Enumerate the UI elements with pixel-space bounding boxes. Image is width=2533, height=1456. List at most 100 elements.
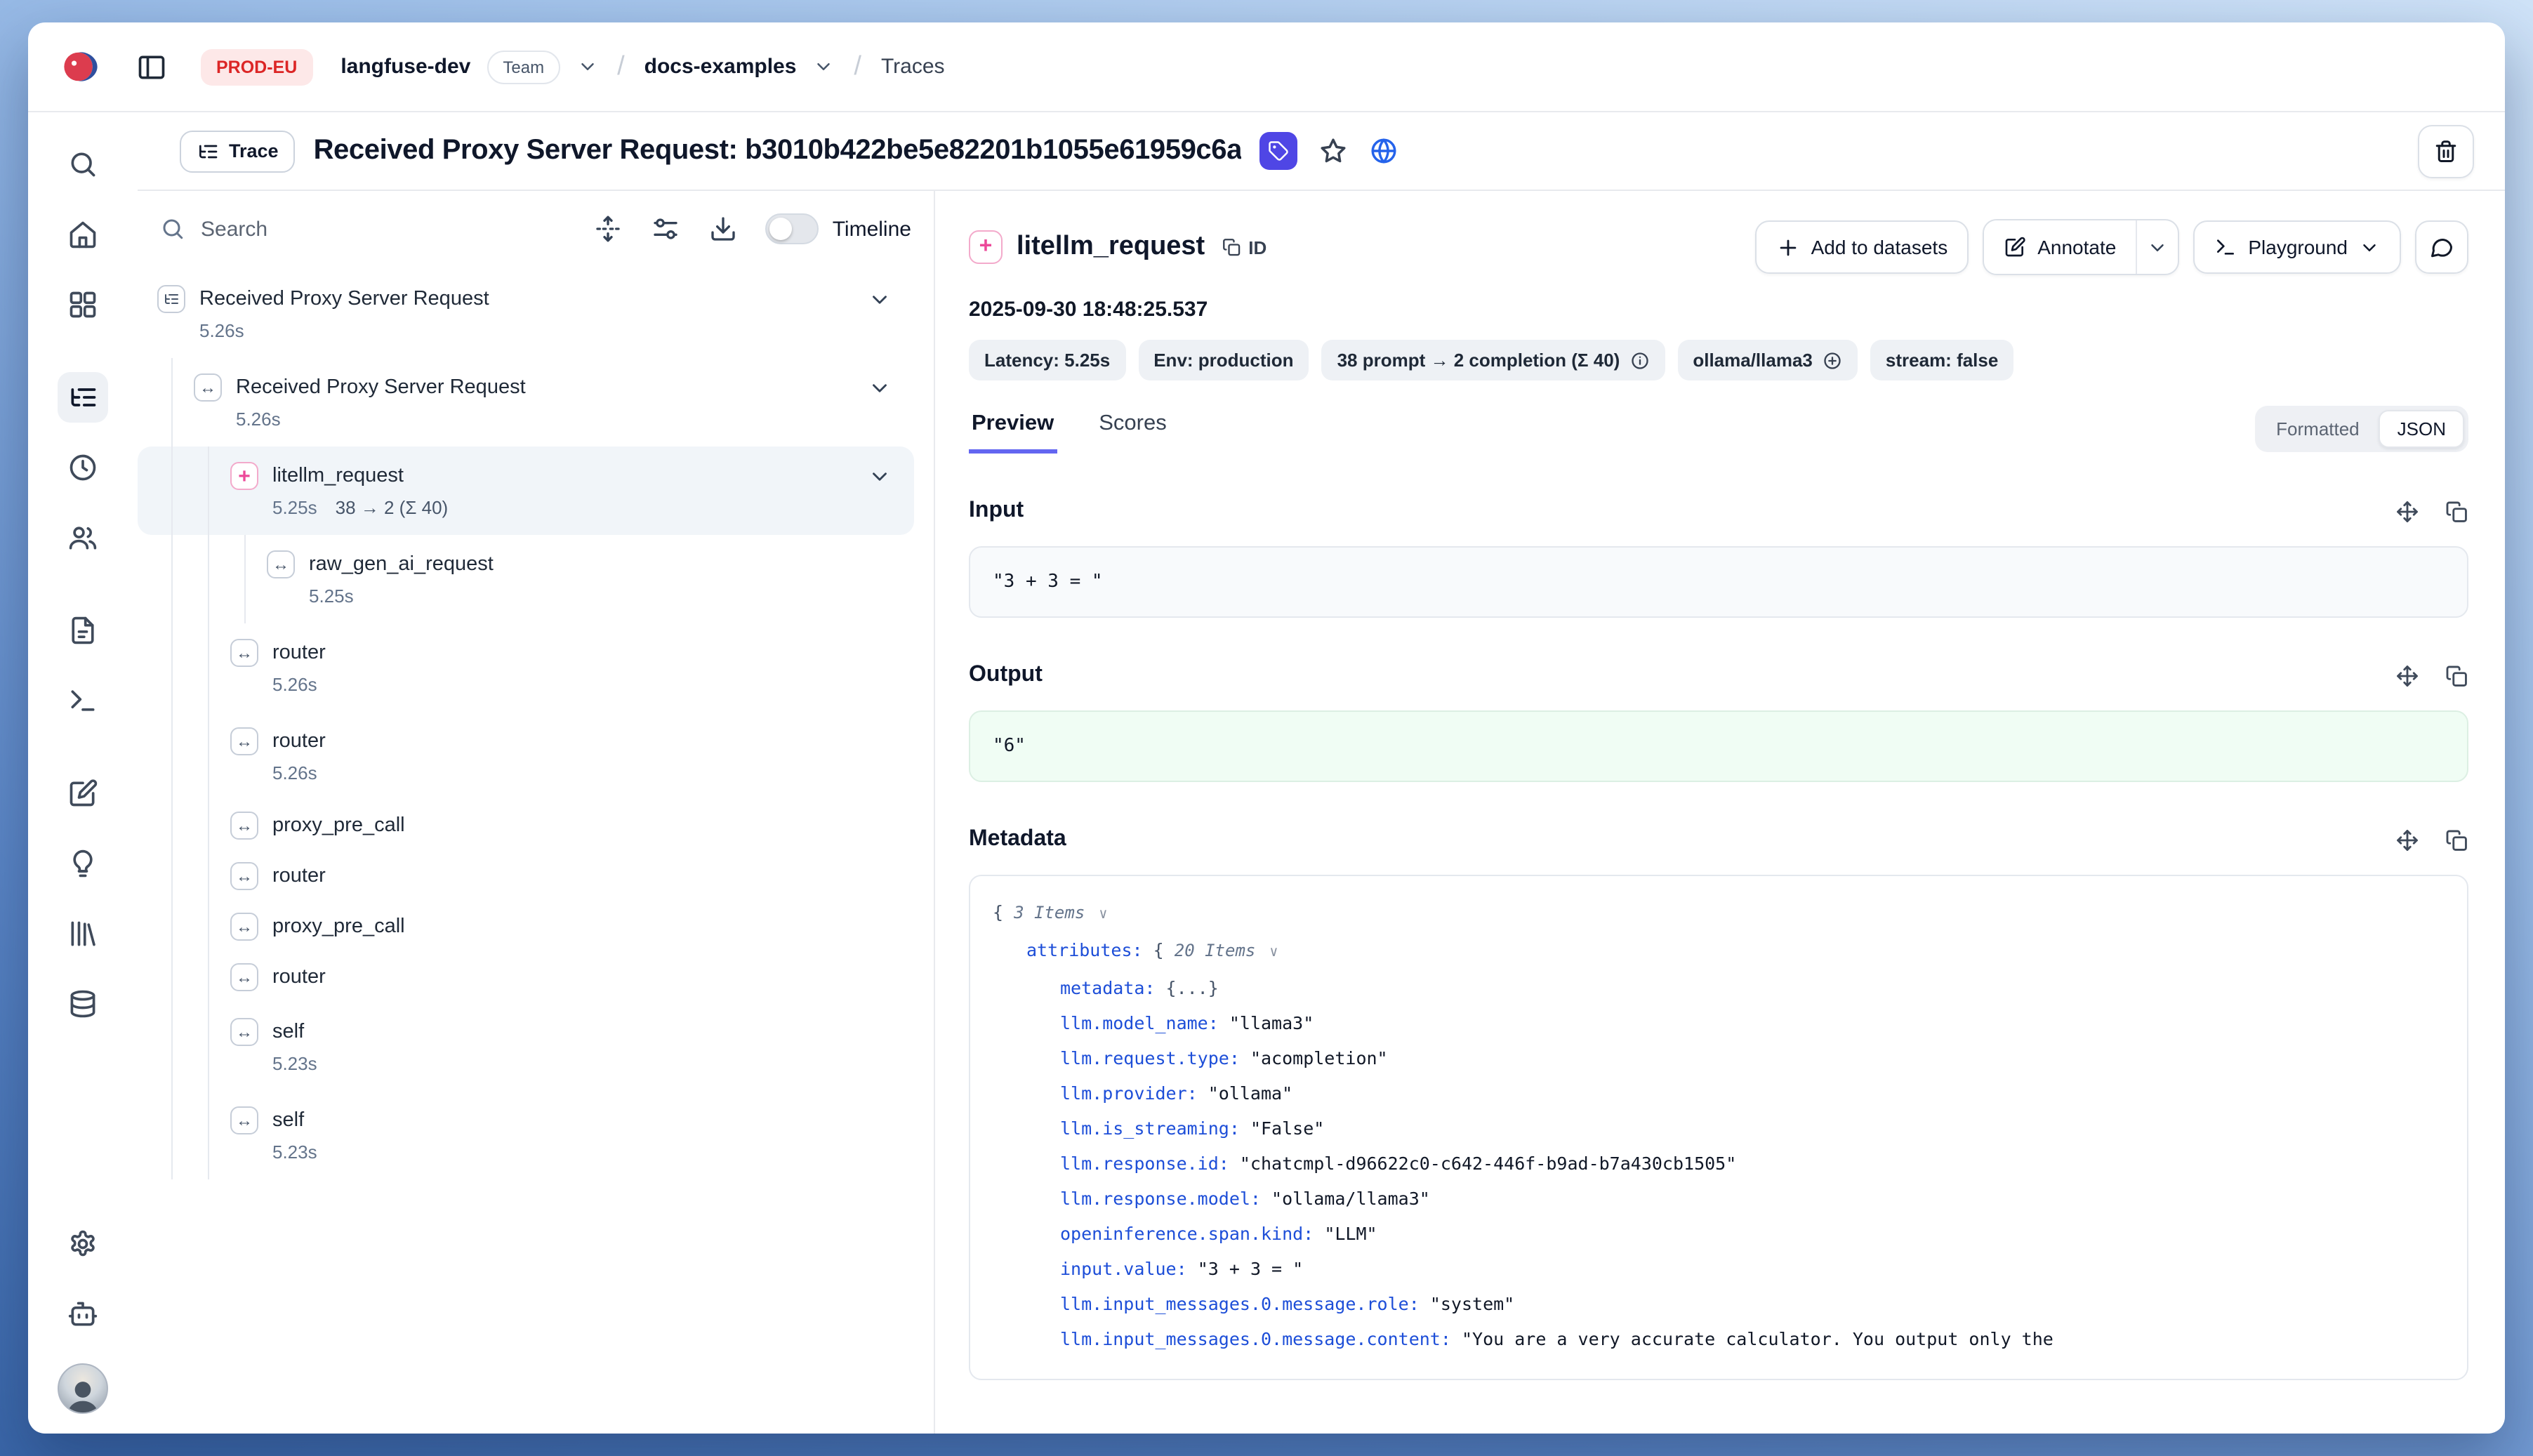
copy-icon bbox=[2445, 663, 2468, 687]
tag-button[interactable] bbox=[1260, 132, 1298, 170]
copy-output-button[interactable] bbox=[2445, 663, 2468, 687]
chevron-down-icon[interactable] bbox=[868, 288, 892, 312]
rail-item-lightbulb[interactable] bbox=[58, 838, 108, 889]
view-option-json[interactable]: JSON bbox=[2379, 409, 2464, 447]
rail-item-library[interactable] bbox=[58, 908, 108, 959]
json-line: openinference.span.kind: "LLM" bbox=[993, 1216, 2445, 1251]
playground-button[interactable]: Playground bbox=[2193, 220, 2401, 274]
metadata-section-actions bbox=[2395, 828, 2468, 852]
tree-guide-line bbox=[171, 952, 173, 1002]
delete-trace-button[interactable] bbox=[2418, 124, 2474, 178]
info-icon[interactable] bbox=[1629, 350, 1649, 370]
rail-item-bot[interactable] bbox=[58, 1289, 108, 1339]
tree-tool-sliders-button[interactable] bbox=[652, 215, 680, 243]
expand-move-button[interactable] bbox=[2395, 499, 2419, 523]
rail-item-home[interactable] bbox=[58, 209, 108, 260]
tab-scores[interactable]: Scores bbox=[1096, 403, 1170, 454]
tree-toolbar: Timeline bbox=[138, 191, 934, 267]
tree-node-duration: 5.26s bbox=[236, 407, 281, 431]
view-option-formatted[interactable]: Formatted bbox=[2259, 409, 2376, 447]
search-icon bbox=[160, 216, 185, 241]
org-chevron-down-icon[interactable] bbox=[576, 56, 597, 77]
annotate-button[interactable]: Annotate bbox=[1984, 220, 2136, 274]
tree-node[interactable]: ↔router5.26s bbox=[138, 623, 914, 712]
json-collapse-toggle[interactable]: 3 Items ∨ bbox=[1014, 903, 1107, 922]
toggle-knob bbox=[769, 218, 792, 240]
metric-badge: stream: false bbox=[1870, 340, 2013, 380]
chevron-down-icon[interactable] bbox=[868, 465, 892, 489]
settings-icon bbox=[67, 1229, 98, 1259]
trace-title-bar: Trace Received Proxy Server Request: b30… bbox=[138, 112, 2505, 191]
trace-icon bbox=[157, 285, 185, 313]
metric-badge: Env: production bbox=[1138, 340, 1309, 380]
tree-node[interactable]: ↔proxy_pre_call bbox=[138, 800, 914, 851]
chevron-down-icon[interactable] bbox=[868, 376, 892, 400]
annotate-dropdown-button[interactable] bbox=[2136, 220, 2178, 274]
tree-node[interactable]: ↔router bbox=[138, 952, 914, 1002]
rail-item-settings[interactable] bbox=[58, 1219, 108, 1269]
rail-item-clock[interactable] bbox=[58, 442, 108, 493]
content-column: Trace Received Proxy Server Request: b30… bbox=[138, 112, 2505, 1434]
tree-guide-line bbox=[208, 1002, 209, 1091]
expand-move-button[interactable] bbox=[2395, 828, 2419, 852]
user-avatar[interactable] bbox=[58, 1363, 108, 1414]
rail-item-layout-grid[interactable] bbox=[58, 279, 108, 330]
json-punct: { bbox=[1153, 939, 1175, 960]
comments-button[interactable] bbox=[2415, 220, 2468, 274]
org-name[interactable]: langfuse-dev bbox=[340, 55, 470, 79]
database-icon bbox=[67, 988, 98, 1019]
rail-item-list-tree[interactable] bbox=[58, 372, 108, 423]
rail-item-square-pen[interactable] bbox=[58, 768, 108, 819]
tree-tool-unfold-vertical-button[interactable] bbox=[594, 215, 622, 243]
project-name[interactable]: docs-examples bbox=[644, 55, 797, 79]
input-section-actions bbox=[2395, 499, 2468, 523]
tree-node[interactable]: ↔router5.26s bbox=[138, 712, 914, 800]
copy-id-button[interactable]: ID bbox=[1222, 237, 1266, 258]
rail-item-database[interactable] bbox=[58, 979, 108, 1029]
tab-preview[interactable]: Preview bbox=[969, 403, 1057, 454]
copy-input-button[interactable] bbox=[2445, 499, 2468, 523]
tree-node[interactable]: ↔raw_gen_ai_request5.25s bbox=[138, 535, 914, 623]
timeline-toggle[interactable] bbox=[765, 213, 819, 244]
bookmark-star-button[interactable] bbox=[1319, 136, 1349, 166]
observation-detail-panel: + litellm_request ID Add to datasets bbox=[935, 191, 2505, 1434]
circle-plus-icon[interactable] bbox=[1823, 350, 1842, 370]
breadcrumb-separator: / bbox=[614, 51, 628, 82]
tree-node[interactable]: ↔proxy_pre_call bbox=[138, 901, 914, 952]
breadcrumb-separator: / bbox=[851, 51, 864, 82]
tree-node[interactable]: ↔self5.23s bbox=[138, 1002, 914, 1091]
trash-icon bbox=[2433, 138, 2459, 164]
json-collapse-toggle[interactable]: 20 Items ∨ bbox=[1175, 941, 1278, 960]
search-input[interactable] bbox=[201, 217, 564, 241]
rail-item-search[interactable] bbox=[58, 139, 108, 190]
terminal-icon bbox=[2214, 236, 2237, 258]
users-icon bbox=[67, 522, 98, 553]
breadcrumb-section[interactable]: Traces bbox=[881, 55, 945, 79]
tree-node-duration: 5.26s bbox=[272, 673, 317, 696]
add-to-datasets-button[interactable]: Add to datasets bbox=[1755, 220, 1969, 274]
rail-item-terminal[interactable] bbox=[58, 675, 108, 726]
public-globe-button[interactable] bbox=[1370, 136, 1399, 166]
expand-move-button[interactable] bbox=[2395, 663, 2419, 687]
json-value: "LLM" bbox=[1324, 1223, 1377, 1244]
org-type-badge: Team bbox=[487, 50, 560, 84]
json-key: llm.request.type: bbox=[1060, 1047, 1250, 1068]
tree-node[interactable]: ↔Received Proxy Server Request5.26s bbox=[138, 358, 914, 446]
tree-node[interactable]: +litellm_request5.25s38 → 2 (Σ 40) bbox=[138, 446, 914, 535]
rail-item-file-text[interactable] bbox=[58, 605, 108, 656]
project-chevron-down-icon[interactable] bbox=[813, 56, 834, 77]
tree-node-tokens: 38 → 2 (Σ 40) bbox=[336, 496, 449, 519]
sidebar-toggle-button[interactable] bbox=[128, 43, 176, 91]
tree-node[interactable]: Received Proxy Server Request5.26s bbox=[138, 270, 914, 358]
tree-tool-download-button[interactable] bbox=[709, 215, 737, 243]
json-line: input.value: "3 + 3 = " bbox=[993, 1251, 2445, 1286]
span-icon: ↔ bbox=[230, 639, 258, 667]
tree-node[interactable]: ↔self5.23s bbox=[138, 1091, 914, 1179]
badge-text: stream: false bbox=[1886, 350, 1998, 371]
copy-metadata-button[interactable] bbox=[2445, 828, 2468, 852]
rail-item-users[interactable] bbox=[58, 512, 108, 563]
tree-node[interactable]: ↔router bbox=[138, 851, 914, 901]
person-icon bbox=[59, 1372, 107, 1414]
json-collapsed-object: {...} bbox=[1166, 977, 1219, 998]
chevron-indicator: ∨ bbox=[1261, 945, 1278, 960]
